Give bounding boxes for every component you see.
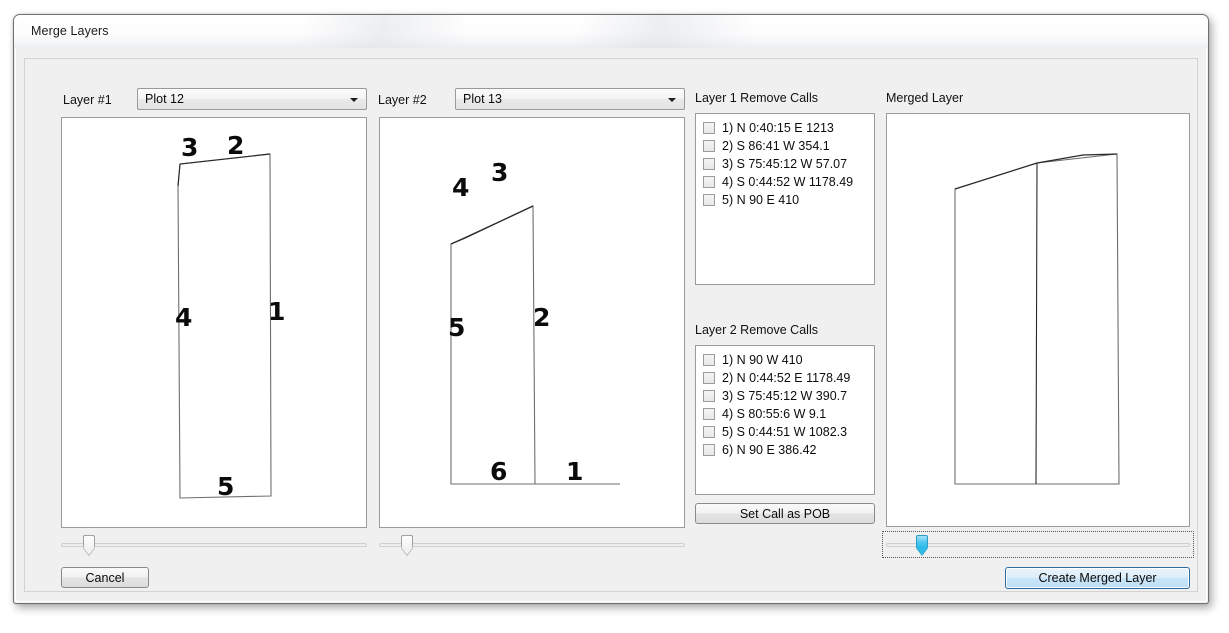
layer1-zoom-slider-thumb-tip: [83, 547, 95, 555]
list-item[interactable]: 2) N 0:44:52 E 1178.49: [696, 369, 874, 387]
layer1-call-label-4: 4: [175, 303, 192, 332]
checkbox-icon[interactable]: [703, 372, 715, 384]
layer2-zoom-slider[interactable]: [379, 533, 685, 557]
layer1-call-label-3: 3: [181, 133, 198, 162]
merged-zoom-slider-track[interactable]: [886, 543, 1190, 547]
layer2-plot-drawing: 1 2 3 4 5 6: [448, 158, 620, 486]
checkbox-icon[interactable]: [703, 194, 715, 206]
merged-top-edge: [954, 153, 1118, 190]
list-item[interactable]: 5) N 90 E 410: [696, 191, 874, 209]
layer2-plot-select-value: Plot 13: [463, 92, 502, 106]
checkbox-icon[interactable]: [703, 176, 715, 188]
list-item-label: 5) N 90 E 410: [722, 193, 800, 207]
layer2-call-label-4: 4: [452, 173, 469, 202]
list-item-label: 1) N 90 W 410: [722, 353, 803, 367]
layer2-top-edge: [450, 205, 534, 245]
chevron-down-icon: [668, 98, 676, 102]
list-item-label: 4) S 80:55:6 W 9.1: [722, 407, 827, 421]
window-titlebar: Merge Layers: [14, 15, 1208, 48]
list-item[interactable]: 1) N 0:40:15 E 1213: [696, 119, 874, 137]
layer2-zoom-slider-thumb-tip: [401, 547, 413, 555]
layer2-zoom-slider-thumb[interactable]: [401, 535, 413, 556]
merged-interior-divider: [1035, 162, 1038, 485]
layer2-call-label-5: 5: [448, 313, 465, 342]
create-merged-layer-button[interactable]: Create Merged Layer: [1005, 567, 1190, 589]
layer2-zoom-slider-track[interactable]: [379, 543, 685, 547]
merged-layer-preview-canvas[interactable]: [886, 113, 1190, 527]
layer1-call-label-1: 1: [268, 297, 285, 326]
checkbox-icon[interactable]: [703, 426, 715, 438]
layer2-remove-calls-list[interactable]: 1) N 90 W 410 2) N 0:44:52 E 1178.49 3) …: [695, 345, 875, 495]
layer1-zoom-slider[interactable]: [61, 533, 367, 557]
window-title: Merge Layers: [31, 24, 109, 38]
list-item-label: 3) S 75:45:12 W 390.7: [722, 389, 848, 403]
layer1-plot-drawing: 1 2 3 4 5: [175, 131, 285, 501]
merge-layers-window: Merge Layers Layer #1 Plot 12 1 2 3 4 5 …: [13, 14, 1209, 604]
list-item-label: 3) S 75:45:12 W 57.07: [722, 157, 848, 171]
list-item-label: 1) N 0:40:15 E 1213: [722, 121, 834, 135]
checkbox-icon[interactable]: [703, 140, 715, 152]
list-item[interactable]: 6) N 90 E 386.42: [696, 441, 874, 459]
layer1-plot-select[interactable]: Plot 12: [137, 88, 367, 110]
list-item-label: 2) S 86:41 W 354.1: [722, 139, 830, 153]
layer2-remove-calls-title: Layer 2 Remove Calls: [695, 323, 818, 337]
layer2-preview-canvas[interactable]: 1 2 3 4 5 6: [379, 117, 685, 528]
list-item[interactable]: 3) S 75:45:12 W 390.7: [696, 387, 874, 405]
set-call-as-pob-button[interactable]: Set Call as POB: [695, 503, 875, 524]
list-item[interactable]: 3) S 75:45:12 W 57.07: [696, 155, 874, 173]
merged-layer-label: Merged Layer: [886, 91, 964, 105]
checkbox-icon[interactable]: [703, 354, 715, 366]
checkbox-icon[interactable]: [703, 158, 715, 170]
list-item[interactable]: 5) S 0:44:51 W 1082.3: [696, 423, 874, 441]
layer2-call-label-2: 2: [533, 303, 550, 332]
checkbox-icon[interactable]: [703, 122, 715, 134]
list-item[interactable]: 1) N 90 W 410: [696, 351, 874, 369]
merged-layer-drawing: [954, 153, 1120, 485]
layer1-plot-select-value: Plot 12: [145, 92, 184, 106]
layer1-preview-canvas[interactable]: 1 2 3 4 5: [61, 117, 367, 528]
layer2-call-label-1: 1: [566, 457, 583, 486]
merged-zoom-slider-thumb[interactable]: [916, 535, 928, 556]
merged-zoom-slider[interactable]: [882, 531, 1194, 558]
dialog-client-area: Layer #1 Plot 12 1 2 3 4 5 Layer #2 Plot…: [24, 58, 1198, 592]
layer1-label: Layer #1: [63, 93, 112, 107]
chevron-down-icon: [350, 98, 358, 102]
layer1-zoom-slider-thumb[interactable]: [83, 535, 95, 556]
cancel-button[interactable]: Cancel: [61, 567, 149, 588]
list-item[interactable]: 4) S 0:44:52 W 1178.49: [696, 173, 874, 191]
checkbox-icon[interactable]: [703, 444, 715, 456]
layer2-plot-select[interactable]: Plot 13: [455, 88, 685, 110]
layer2-call-label-6: 6: [490, 457, 507, 486]
layer1-call-label-5: 5: [217, 472, 234, 501]
list-item-label: 6) N 90 E 386.42: [722, 443, 817, 457]
layer2-parcel-outline: [450, 205, 536, 485]
layer1-remove-calls-title: Layer 1 Remove Calls: [695, 91, 818, 105]
layer2-call-label-3: 3: [491, 158, 508, 187]
list-item[interactable]: 4) S 80:55:6 W 9.1: [696, 405, 874, 423]
layer1-zoom-slider-track[interactable]: [61, 543, 367, 547]
list-item-label: 4) S 0:44:52 W 1178.49: [722, 175, 854, 189]
merged-zoom-slider-thumb-tip: [916, 547, 928, 555]
layer2-label: Layer #2: [378, 93, 427, 107]
screen-root: Merge Layers Layer #1 Plot 12 1 2 3 4 5 …: [0, 0, 1229, 633]
layer1-call-label-2: 2: [227, 131, 244, 160]
list-item[interactable]: 2) S 86:41 W 354.1: [696, 137, 874, 155]
checkbox-icon[interactable]: [703, 390, 715, 402]
list-item-label: 5) S 0:44:51 W 1082.3: [722, 425, 848, 439]
layer1-remove-calls-list[interactable]: 1) N 0:40:15 E 1213 2) S 86:41 W 354.1 3…: [695, 113, 875, 285]
list-item-label: 2) N 0:44:52 E 1178.49: [722, 371, 851, 385]
checkbox-icon[interactable]: [703, 408, 715, 420]
